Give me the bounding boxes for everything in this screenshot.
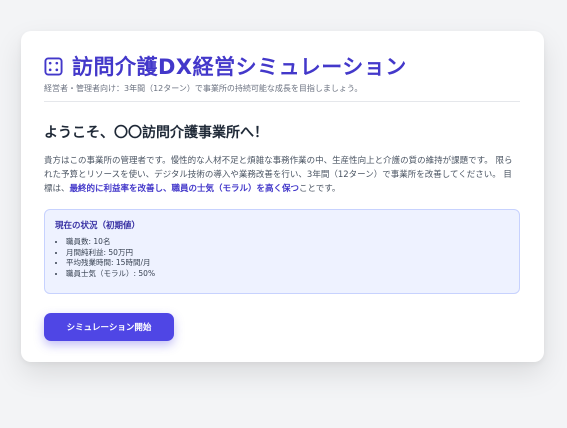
main-card: 訪問介護DX経営シミュレーション 経営者・管理者向け：3年間（12ターン）で事業… [21,31,544,362]
status-item-morale: 職員士気（モラル）: 50% [66,269,509,280]
app-subtitle: 経営者・管理者向け：3年間（12ターン）で事業所の持続可能な成長を目指しましょう… [44,84,363,93]
welcome-heading: ようこそ、〇〇訪問介護事業所へ！ [44,125,268,141]
title-row: 訪問介護DX経営シミュレーション [44,51,520,81]
status-item-staff: 職員数: 10名 [66,237,509,248]
status-panel: 現在の状況（初期値） 職員数: 10名 月間純利益: 50万円 平均残業時間: … [44,209,520,294]
status-item-profit: 月間純利益: 50万円 [66,248,509,259]
status-heading: 現在の状況（初期値） [55,221,141,231]
dice-icon [44,56,63,76]
header-divider [44,101,520,102]
goal-emphasis: 最終的に利益率を改善し、職員の士気（モラル）を高く保つ [69,184,300,194]
status-item-overtime: 平均残業時間: 15時間/月 [66,258,509,269]
app-title: 訪問介護DX経営シミュレーション [72,55,407,79]
intro-text-end: ことです。 [299,184,341,194]
status-list: 職員数: 10名 月間純利益: 50万円 平均残業時間: 15時間/月 職員士気… [55,237,509,279]
start-simulation-button[interactable]: シミュレーション開始 [44,313,174,341]
intro-paragraph: 貴方はこの事業所の管理者です。慢性的な人材不足と煩雑な事務作業の中、生産性向上と… [44,154,520,196]
